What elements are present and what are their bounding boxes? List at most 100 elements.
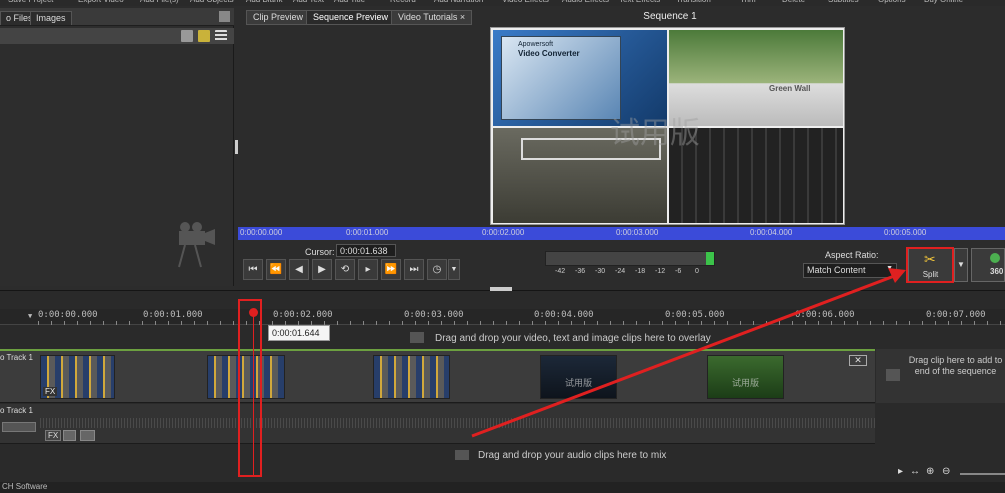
overlay-drop-hint: Drag and drop your video, text and image… bbox=[435, 333, 711, 344]
tab-sequence-preview[interactable]: Sequence Preview bbox=[306, 10, 396, 25]
close-icon[interactable]: × bbox=[460, 12, 465, 22]
next-frame-icon[interactable]: ⏩ bbox=[381, 259, 401, 280]
toolbar-item[interactable]: Buy Online bbox=[924, 0, 963, 4]
zoom-in-icon[interactable]: ⊕ bbox=[926, 466, 934, 477]
meter-db-label: -36 bbox=[575, 268, 586, 275]
toolbar-item[interactable]: Add Narration bbox=[434, 0, 483, 4]
audio-fx-icon[interactable]: FX bbox=[45, 430, 62, 441]
speaker-icon bbox=[455, 450, 469, 460]
close-icon[interactable]: ✕ bbox=[849, 355, 867, 366]
toolbar-item[interactable]: Add Objects bbox=[190, 0, 234, 4]
toolbar-item[interactable]: Add Text bbox=[293, 0, 324, 4]
step-forward-icon[interactable]: ▸ bbox=[358, 259, 378, 280]
aspect-ratio-select[interactable]: Match Content ▼ bbox=[803, 263, 897, 278]
timeline-clip[interactable]: FX bbox=[40, 355, 115, 399]
zoom-slider[interactable] bbox=[960, 473, 1005, 475]
timeline-time-label: 0:00:02.000 bbox=[273, 310, 333, 320]
ruler-tick bbox=[974, 321, 975, 325]
ruler-tick bbox=[129, 321, 130, 325]
ruler-tick bbox=[103, 321, 104, 325]
ruler-tick bbox=[155, 321, 156, 325]
loop-icon[interactable]: ⟲ bbox=[335, 259, 355, 280]
ruler-tick bbox=[883, 321, 884, 325]
chevron-down-icon[interactable]: ▼ bbox=[28, 312, 32, 320]
step-back-icon[interactable]: ◀ bbox=[289, 259, 309, 280]
tab-video-tutorials[interactable]: Video Tutorials × bbox=[391, 10, 473, 25]
video-track[interactable]: o Track 1 FX 试用版 试用版 ✕ bbox=[0, 349, 875, 403]
preview-ruler[interactable]: 0:00:00.000 0:00:01.000 0:00:02.000 0:00:03… bbox=[238, 227, 1005, 240]
panel-splitter[interactable] bbox=[235, 140, 238, 154]
fx-label[interactable]: FX bbox=[43, 387, 58, 396]
play-icon[interactable]: ▶ bbox=[312, 259, 332, 280]
volume-slider[interactable] bbox=[2, 422, 36, 432]
ruler-tick bbox=[90, 321, 91, 325]
360-button[interactable]: 360 bbox=[971, 248, 1005, 282]
toolbar-item[interactable]: Subtitles bbox=[828, 0, 859, 4]
loop-track-icon[interactable] bbox=[80, 430, 95, 441]
fit-icon[interactable]: ↔ bbox=[910, 466, 920, 477]
ruler-tick bbox=[519, 321, 520, 325]
timeline-splitter[interactable] bbox=[490, 287, 512, 291]
list-view-icon[interactable] bbox=[215, 30, 227, 42]
zoom-out-icon[interactable]: ⊖ bbox=[942, 466, 950, 477]
ruler-tick bbox=[454, 321, 455, 325]
toolbar-item[interactable]: Transition bbox=[676, 0, 711, 4]
ruler-tick bbox=[220, 321, 221, 325]
toolbar-item[interactable]: Trim bbox=[740, 0, 756, 4]
prev-frame-icon[interactable]: ⏪ bbox=[266, 259, 286, 280]
ruler-tick bbox=[766, 321, 767, 325]
toolbar-item[interactable]: Add Title bbox=[334, 0, 365, 4]
folder-icon[interactable] bbox=[198, 30, 210, 42]
chevron-down-icon[interactable]: ▼ bbox=[448, 259, 460, 280]
toolbar-item[interactable]: Add File(s) bbox=[140, 0, 179, 4]
timeline-clip[interactable]: 试用版 bbox=[540, 355, 617, 399]
ruler-tick bbox=[779, 321, 780, 325]
speed-icon[interactable]: ◷ bbox=[427, 259, 447, 280]
playhead-line[interactable] bbox=[253, 315, 254, 475]
split-highlight-box bbox=[906, 247, 954, 283]
trash-icon[interactable] bbox=[181, 30, 193, 42]
ruler-tick bbox=[142, 321, 143, 325]
ruler-tick bbox=[805, 321, 806, 325]
toolbar-item[interactable]: Options bbox=[878, 0, 906, 4]
ruler-tick bbox=[415, 321, 416, 325]
ruler-tick bbox=[662, 321, 663, 325]
audio-track[interactable]: o Track 1 FX bbox=[0, 404, 875, 444]
toolbar-item[interactable]: Export Video bbox=[78, 0, 124, 4]
toolbar-item[interactable]: Audio Effects bbox=[562, 0, 609, 4]
panel-pin-icon[interactable] bbox=[219, 11, 230, 22]
toolbar-item[interactable]: Video Effects bbox=[502, 0, 549, 4]
playhead-handle[interactable] bbox=[249, 308, 258, 317]
scroll-right-icon[interactable]: ▸ bbox=[898, 466, 903, 477]
aspect-ratio-value: Match Content bbox=[807, 265, 866, 275]
go-end-icon[interactable]: ⏭ bbox=[404, 259, 424, 280]
drag-to-end-zone[interactable]: Drag clip here to add to end of the sequ… bbox=[876, 349, 1005, 403]
timeline-ruler[interactable]: 0:00:00.000 0:00:01.000 0:00:02.000 0:00:03… bbox=[0, 309, 1005, 325]
cursor-label: Cursor: bbox=[305, 247, 335, 257]
ruler-tick bbox=[636, 321, 637, 325]
toolbar-item[interactable]: Save Project bbox=[8, 0, 53, 4]
timeline-time-label: 0:00:04.000 bbox=[534, 310, 594, 320]
ruler-tick bbox=[558, 321, 559, 325]
ruler-tick bbox=[831, 321, 832, 325]
meter-db-label: -42 bbox=[555, 268, 566, 275]
ruler-tick bbox=[51, 321, 52, 325]
video-track-label: o Track 1 bbox=[0, 353, 33, 362]
app-window-thumbnail: Apowersoft Video Converter bbox=[501, 36, 621, 120]
toolbar-item[interactable]: Record bbox=[390, 0, 416, 4]
timeline-time-label: 0:00:00.000 bbox=[38, 310, 98, 320]
timeline-clip[interactable] bbox=[373, 355, 450, 399]
360-icon bbox=[990, 253, 1000, 263]
tab-clip-preview[interactable]: Clip Preview bbox=[246, 10, 311, 25]
go-start-icon[interactable]: ⏮ bbox=[243, 259, 263, 280]
timeline-clip[interactable]: 试用版 bbox=[707, 355, 784, 399]
trial-watermark: 试用版 bbox=[610, 117, 700, 150]
tab-images[interactable]: Images bbox=[30, 11, 72, 25]
toolbar-item[interactable]: Delete bbox=[782, 0, 805, 4]
ruler-tick bbox=[740, 321, 741, 325]
toolbar-item[interactable]: Add Blank bbox=[246, 0, 282, 4]
toolbar-item[interactable]: Text Effects bbox=[619, 0, 660, 4]
split-dropdown-button[interactable]: ▼ bbox=[954, 248, 968, 282]
overlay-image-icon bbox=[410, 332, 424, 343]
mute-icon[interactable] bbox=[63, 430, 76, 441]
